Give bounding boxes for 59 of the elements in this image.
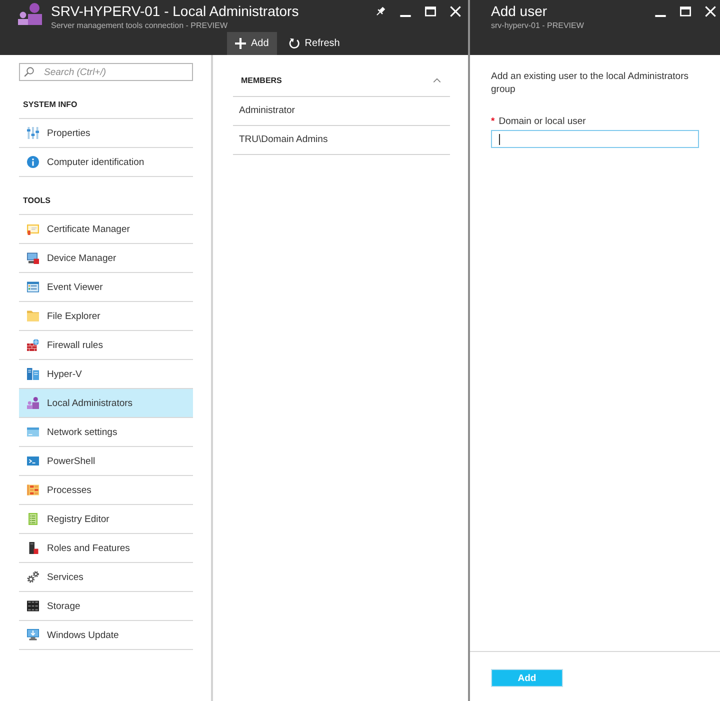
monitor-download-icon <box>27 629 39 641</box>
folder-icon <box>27 310 39 322</box>
close-icon[interactable] <box>450 6 461 17</box>
terminal-icon <box>27 455 39 467</box>
grid-icon <box>27 484 39 496</box>
nav-item[interactable]: Processes <box>19 476 193 505</box>
document-icon <box>27 513 39 525</box>
blade-subtitle: Server management tools connection - PREVIEW <box>51 21 229 31</box>
storage-grid-icon <box>27 600 39 612</box>
blade-title: Add user <box>491 2 548 20</box>
nav-item[interactable]: Roles and Features <box>19 534 193 563</box>
description-text: Add an existing user to the local Administrators group <box>491 70 690 96</box>
nav-item[interactable]: Event Viewer <box>19 273 193 302</box>
maximize-icon[interactable] <box>425 6 436 17</box>
brick-wall-icon <box>27 339 39 351</box>
nav-item[interactable]: PowerShell <box>19 447 193 476</box>
maximize-icon[interactable] <box>680 6 691 17</box>
pin-icon[interactable] <box>375 6 386 17</box>
server-icon <box>27 368 39 380</box>
nav-item[interactable]: Properties <box>19 119 193 148</box>
info-icon <box>27 156 39 168</box>
section-heading: SYSTEM INFO <box>19 98 193 119</box>
field-label: Domain or local user <box>498 115 586 128</box>
nav-item[interactable]: Windows Update <box>19 621 193 650</box>
nav-item[interactable]: Network settings <box>19 418 193 447</box>
refresh-button[interactable]: Refresh <box>280 32 348 55</box>
nav-item[interactable]: Computer identification <box>19 148 193 177</box>
window-icon <box>27 426 39 438</box>
blade-title: SRV-HYPERV-01 - Local Administrators <box>51 2 300 20</box>
text-cursor-icon <box>499 134 500 144</box>
refresh-icon <box>288 38 300 49</box>
tower-icon <box>27 542 39 554</box>
people-icon <box>27 397 39 409</box>
sliders-icon <box>27 127 39 139</box>
nav-item[interactable]: Storage <box>19 592 193 621</box>
list-heading: MEMBERS <box>241 76 282 84</box>
input-field[interactable] <box>491 130 699 148</box>
window-list-icon <box>27 281 39 293</box>
nav-item[interactable]: Local Administrators <box>19 389 193 418</box>
nav-item[interactable]: File Explorer <box>19 302 193 331</box>
nav-item[interactable]: Registry Editor <box>19 505 193 534</box>
section-heading: TOOLS <box>19 194 193 215</box>
gears-icon <box>27 571 39 583</box>
nav-item[interactable]: Firewall rules <box>19 331 193 360</box>
certificate-icon <box>27 223 39 235</box>
add-button[interactable]: Add <box>227 32 277 55</box>
required-mark: * <box>491 115 495 128</box>
nav-item[interactable]: Certificate Manager <box>19 215 193 244</box>
blade-subtitle: srv-hyperv-01 - PREVIEW <box>491 21 585 31</box>
plus-icon <box>235 38 246 49</box>
member-row[interactable]: Administrator <box>233 97 450 126</box>
people-icon <box>18 3 42 25</box>
member-row[interactable]: TRU\Domain Admins <box>233 126 450 155</box>
close-icon[interactable] <box>705 6 716 17</box>
nav-item[interactable]: Services <box>19 563 193 592</box>
chevron-up-icon[interactable] <box>433 78 441 82</box>
nav-item[interactable]: Device Manager <box>19 244 193 273</box>
search-icon <box>24 67 34 77</box>
monitor-icon <box>27 252 39 264</box>
